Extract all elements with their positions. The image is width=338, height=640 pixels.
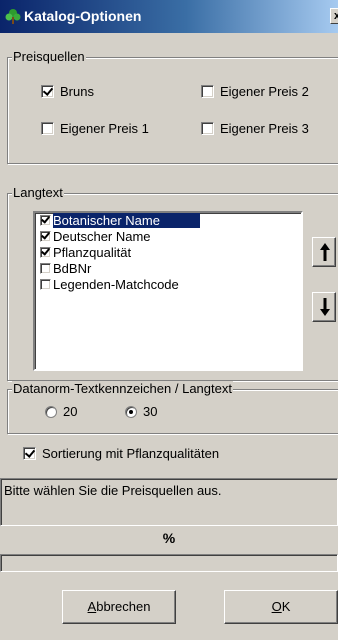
checkbox-label: Sortierung mit Pflanzqualitäten (42, 446, 220, 461)
checkbox-eigener-preis-2[interactable]: Eigener Preis 2 (201, 84, 309, 99)
radio-30[interactable]: 30 (125, 404, 157, 419)
langtext-legend: Langtext (12, 185, 64, 200)
checkbox-bruns[interactable]: Bruns (41, 84, 94, 99)
list-item[interactable]: Pflanzqualität (35, 245, 301, 261)
arrow-up-icon (320, 243, 330, 261)
status-message-box: Bitte wählen Sie die Preisquellen aus. (0, 478, 338, 526)
list-item[interactable]: Legenden-Matchcode (35, 277, 301, 293)
checkbox-box[interactable] (201, 122, 214, 135)
cancel-label: bbrechen (96, 599, 151, 614)
move-down-button[interactable] (312, 292, 336, 322)
datanorm-group: Datanorm-Textkennzeichen / Langtext 20 3… (7, 381, 338, 434)
checkbox-box[interactable] (40, 247, 51, 258)
checkbox-box[interactable] (40, 215, 51, 226)
radio-20[interactable]: 20 (45, 404, 77, 419)
list-item-label: Legenden-Matchcode (53, 277, 179, 292)
list-item-label: BdBNr (53, 261, 92, 276)
status-text: Bitte wählen Sie die Preisquellen aus. (4, 483, 222, 498)
plant-icon (5, 9, 21, 24)
arrow-down-icon (320, 298, 330, 316)
checkbox-box[interactable] (41, 122, 54, 135)
checkbox-box[interactable] (201, 85, 214, 98)
cancel-accel: A (87, 599, 97, 614)
move-up-button[interactable] (312, 237, 336, 267)
title-bar[interactable]: Katalog-Optionen x (0, 0, 338, 33)
ok-accel: O (271, 599, 282, 614)
cancel-button[interactable]: Abbrechen (62, 590, 176, 624)
list-item[interactable]: BdBNr (35, 261, 301, 277)
radio-dot[interactable] (125, 406, 137, 418)
list-item[interactable]: Botanischer Name (35, 213, 301, 229)
radio-label: 30 (143, 404, 158, 419)
datanorm-legend: Datanorm-Textkennzeichen / Langtext (12, 381, 233, 396)
checkbox-box[interactable] (23, 447, 36, 460)
checkbox-eigener-preis-3[interactable]: Eigener Preis 3 (201, 121, 309, 136)
window-title: Katalog-Optionen (24, 8, 142, 24)
checkbox-label: Eigener Preis 1 (60, 121, 149, 136)
langtext-list[interactable]: Botanischer Name Deutscher Name Pflanzqu… (33, 211, 303, 371)
checkbox-box[interactable] (40, 279, 51, 290)
checkbox-box[interactable] (41, 85, 54, 98)
list-item-label: Botanischer Name (53, 213, 200, 228)
checkbox-box[interactable] (40, 263, 51, 274)
progress-bar (0, 554, 338, 572)
radio-label: 20 (63, 404, 78, 419)
checkbox-label: Eigener Preis 2 (220, 84, 309, 99)
checkbox-sortierung[interactable]: Sortierung mit Pflanzqualitäten (23, 446, 219, 461)
list-item-label: Pflanzqualität (53, 245, 132, 260)
checkbox-label: Eigener Preis 3 (220, 121, 309, 136)
checkbox-label: Bruns (60, 84, 94, 99)
preisquellen-group: Preisquellen Bruns Eigener Preis 2 Eigen… (7, 49, 338, 164)
close-button[interactable]: x (330, 8, 338, 24)
ok-button[interactable]: OK (224, 590, 338, 624)
list-item-label: Deutscher Name (53, 229, 151, 244)
progress-label: % (162, 530, 176, 546)
ok-label: K (281, 599, 291, 614)
preisquellen-legend: Preisquellen (12, 49, 86, 64)
radio-dot[interactable] (45, 406, 57, 418)
checkbox-box[interactable] (40, 231, 51, 242)
list-item[interactable]: Deutscher Name (35, 229, 301, 245)
checkbox-eigener-preis-1[interactable]: Eigener Preis 1 (41, 121, 149, 136)
